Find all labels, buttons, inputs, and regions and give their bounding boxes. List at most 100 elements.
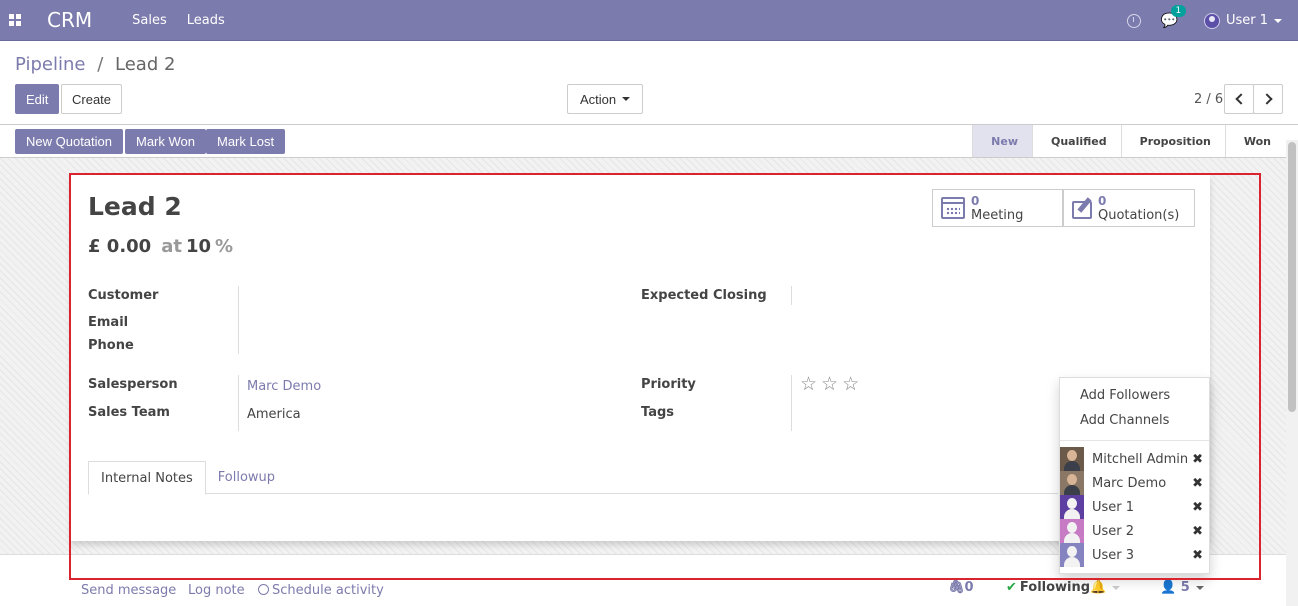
follower-name[interactable]: User 1 [1092,500,1192,515]
followers-button[interactable]: 👤 5 [1160,580,1204,595]
clock-icon [258,584,269,595]
meeting-count: 0 [971,193,980,208]
follower-name[interactable]: Marc Demo [1092,476,1192,491]
follower-avatar [1060,495,1084,519]
chevron-down-icon [1195,585,1204,590]
star-icon[interactable]: ☆ [842,375,859,394]
stage-proposition[interactable]: Proposition [1120,125,1225,157]
follower-name[interactable]: User 2 [1092,524,1192,539]
vertical-scrollbar[interactable] [1286,140,1298,606]
follower-name[interactable]: Mitchell Admin [1092,452,1192,467]
scrollbar-thumb[interactable] [1288,142,1296,412]
mark-lost-button[interactable]: Mark Lost [206,129,286,154]
meeting-stat-button[interactable]: 0 Meeting [932,189,1063,227]
chevron-right-icon [1260,93,1273,105]
tab-internal-notes[interactable]: Internal Notes [88,461,206,495]
remove-follower-icon[interactable]: ✖ [1192,524,1203,539]
paperclip-icon: 🖇 [948,580,965,595]
quotations-count: 0 [1098,193,1107,208]
pager-next-button[interactable] [1253,84,1283,114]
pager-previous-button[interactable] [1224,84,1254,114]
salesperson-label: Salesperson [88,377,178,392]
top-navbar: CRM Sales Leads 💬 1 User 1 [0,0,1298,41]
percent-sign: % [215,236,234,257]
revenue-value: £ 0.00 [88,236,152,257]
calendar-icon [941,197,965,219]
followers-person-icon: 👤 [1160,580,1177,595]
attachments-button[interactable]: 🖇0 [948,580,974,595]
mark-won-button[interactable]: Mark Won [125,129,206,154]
remove-follower-icon[interactable]: ✖ [1192,500,1203,515]
action-dropdown-button[interactable]: Action [567,84,644,114]
app-name[interactable]: CRM [47,8,92,32]
breadcrumb-pipeline[interactable]: Pipeline [15,54,85,75]
breadcrumb-separator: / [97,54,104,75]
stage-won[interactable]: Won [1224,125,1285,157]
priority-stars: ☆ ☆ ☆ [800,375,859,394]
tab-followup[interactable]: Followup [206,461,287,494]
chevron-left-icon [1234,93,1247,105]
field-divider [791,286,792,305]
email-label: Email [88,315,129,330]
user-name: User 1 [1225,13,1268,28]
meeting-label: Meeting [971,207,1024,223]
following-label: Following [1019,580,1091,595]
sales-team-label: Sales Team [88,405,170,420]
apps-menu-icon[interactable] [0,0,30,41]
quotations-stat-button[interactable]: 0 Quotation(s) [1063,189,1195,227]
menu-leads[interactable]: Leads [187,13,225,28]
follower-avatar [1060,471,1084,495]
quotations-stat-text: 0 Quotation(s) [1098,194,1179,223]
new-quotation-button[interactable]: New Quotation [15,129,123,154]
follower-item: User 3 ✖ [1060,543,1209,567]
activity-clock-icon[interactable] [1126,13,1141,28]
following-button[interactable]: ✔ Following [1006,580,1090,595]
field-divider [238,286,239,354]
create-button[interactable]: Create [61,84,123,114]
stage-pipeline: New Qualified Proposition Won [972,125,1285,157]
add-followers-item[interactable]: Add Followers [1080,388,1170,403]
send-message-button[interactable]: Send message [81,583,176,598]
remove-follower-icon[interactable]: ✖ [1192,476,1203,491]
salesperson-value[interactable]: Marc Demo [247,379,321,394]
follower-avatar [1060,543,1084,567]
log-note-button[interactable]: Log note [188,583,245,598]
phone-label: Phone [88,338,134,353]
tags-label: Tags [641,405,675,420]
form-statusbar: New Quotation Mark Won Mark Lost New Qua… [0,125,1298,158]
stage-new[interactable]: New [972,125,1032,157]
follower-item: User 1 ✖ [1060,495,1209,519]
priority-label: Priority [641,377,696,392]
edit-button[interactable]: Edit [15,84,60,114]
add-channels-item[interactable]: Add Channels [1080,413,1169,428]
star-icon[interactable]: ☆ [821,375,838,394]
quotations-label: Quotation(s) [1098,207,1180,223]
user-avatar [1203,12,1220,29]
lead-title: Lead 2 [88,192,182,221]
star-icon[interactable]: ☆ [800,375,817,394]
user-menu[interactable]: User 1 [1203,12,1282,29]
notification-bell-icon[interactable]: 🔔 [1090,580,1121,595]
meeting-stat-text: 0 Meeting [971,194,1023,223]
follower-item: Mitchell Admin ✖ [1060,447,1209,471]
navbar-systray: 💬 1 User 1 [1126,0,1298,41]
follower-name[interactable]: User 3 [1092,548,1192,563]
followers-count: 5 [1180,580,1190,595]
stage-qualified[interactable]: Qualified [1032,125,1121,157]
message-count-badge: 1 [1170,4,1187,17]
notebook-tabs: Internal Notes Followup [88,461,1058,495]
check-icon: ✔ [1006,580,1017,595]
follower-avatar [1060,519,1084,543]
field-divider [791,375,792,431]
remove-follower-icon[interactable]: ✖ [1192,452,1203,467]
remove-follower-icon[interactable]: ✖ [1192,548,1203,563]
follower-item: User 2 ✖ [1060,519,1209,543]
attachments-count: 0 [964,580,974,595]
dropdown-divider [1060,440,1209,441]
control-panel: Pipeline / Lead 2 Edit Create Action 2 /… [0,41,1298,125]
sales-team-value: America [247,407,301,422]
messaging-menu[interactable]: 💬 1 [1161,4,1187,29]
pager-value[interactable]: 2 / 6 [1194,92,1223,107]
menu-sales[interactable]: Sales [132,13,167,28]
schedule-activity-button[interactable]: Schedule activity [258,583,384,598]
